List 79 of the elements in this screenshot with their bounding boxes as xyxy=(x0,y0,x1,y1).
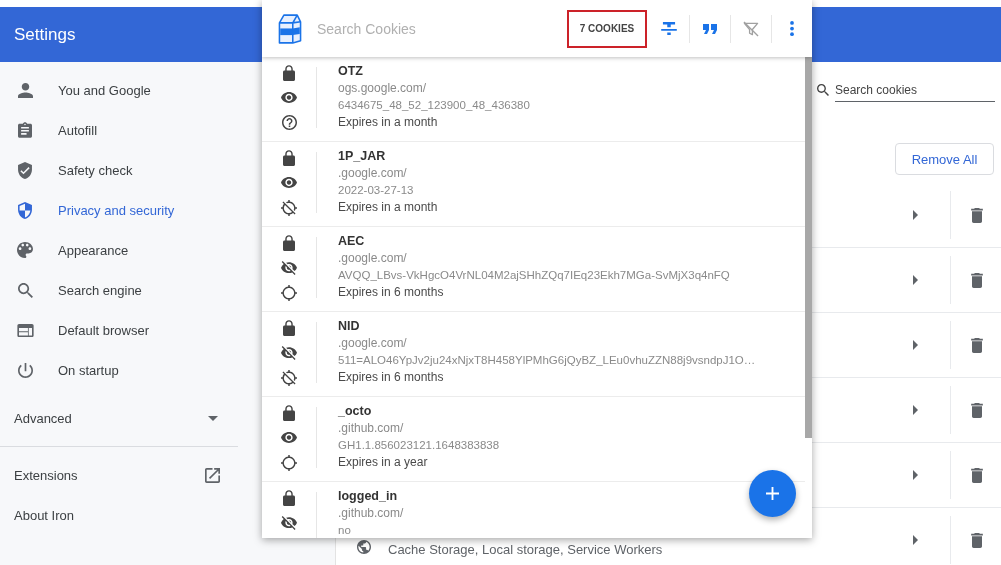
palette-icon xyxy=(17,242,33,258)
cookie-row[interactable]: OTZ ogs.google.com/ 6434675_48_52_123900_48_436380 Expires in a month xyxy=(262,57,805,142)
trash-icon xyxy=(971,207,983,223)
cookie-value: 511=ALO46YpJv2ju24xNjxT8H458YlPMhG6jQyBZ_LEu0vhuZZN88j9vsndpJ1O… xyxy=(338,353,756,368)
trash-icon xyxy=(971,467,983,483)
sidebar-item[interactable]: Autofill xyxy=(0,110,240,150)
shield-check-icon xyxy=(18,161,32,179)
sidebar-item[interactable]: Appearance xyxy=(0,230,240,270)
browser-window-icon xyxy=(16,323,34,337)
cookie-expiry: Expires in a year xyxy=(338,454,428,471)
clipboard-icon xyxy=(18,122,32,138)
filter-off-icon xyxy=(743,20,759,37)
trash-icon xyxy=(971,402,983,418)
target-icon xyxy=(281,454,297,471)
site-details: Cache Storage, Local storage, Service Workers xyxy=(388,541,663,557)
cookie-name: OTZ xyxy=(338,63,363,80)
trash-icon xyxy=(971,532,983,548)
cookie-domain: .github.com/ xyxy=(338,420,404,437)
cookie-domain: .google.com/ xyxy=(338,250,407,267)
sidebar-item[interactable]: Privacy and security xyxy=(0,190,240,230)
shield-icon xyxy=(18,201,32,219)
cookie-name: logged_in xyxy=(338,488,398,505)
cookie-value: no xyxy=(338,523,351,538)
cookie-expiry: Expires in a month xyxy=(338,114,438,131)
cookie-value: AVQQ_LBvs-VkHgcO4VrNL04M2ajSHhZQq7IEq23Ekh7MGa-SvMjX3q4nFQ xyxy=(338,268,730,283)
caret-right-icon xyxy=(912,275,918,285)
trash-icon xyxy=(971,337,983,353)
search-field[interactable]: Search Cookies xyxy=(317,13,561,44)
search-icon xyxy=(817,84,829,96)
cookie-name: 1P_JAR xyxy=(338,148,386,165)
globe-icon xyxy=(357,540,371,554)
caret-right-icon xyxy=(912,340,918,350)
cookie-value: 6434675_48_52_123900_48_436380 xyxy=(338,98,530,113)
person-icon xyxy=(17,82,33,98)
cookie-name: AEC xyxy=(338,233,365,250)
remove-all-button[interactable]: Remove All xyxy=(895,143,994,175)
sidebar-link[interactable]: Extensions xyxy=(14,455,220,495)
cookie-domain: ogs.google.com/ xyxy=(338,80,427,97)
sidebar-item[interactable]: Search engine xyxy=(0,270,240,310)
crossed-target-icon xyxy=(281,199,297,216)
cookie-expiry: Expires in 6 months xyxy=(338,284,444,301)
caret-right-icon xyxy=(912,405,918,415)
crossed-target-icon xyxy=(281,369,297,386)
cookie-value: 2022-03-27-13 xyxy=(338,183,414,198)
scrollbar-thumb[interactable] xyxy=(805,57,812,438)
quote-icon xyxy=(703,23,717,34)
sidebar-link[interactable]: About Iron xyxy=(14,495,220,535)
cookie-row[interactable]: 1P_JAR .google.com/ 2022-03-27-13 Expires in a month xyxy=(262,142,805,227)
more-icon xyxy=(790,21,794,36)
sidebar-item[interactable]: Default browser xyxy=(0,310,240,350)
cookie-domain: .github.com/ xyxy=(338,505,404,522)
plus-icon xyxy=(766,487,779,500)
cookie-count: 7 COOKIES xyxy=(567,9,647,48)
cookie-row[interactable]: NID .google.com/ 511=ALO46YpJv2ju24xNjxT8H458YlPMhG6jQyBZ_LEu0vhuZZN88j9vsndpJ1O… Expires in 6 months xyxy=(262,312,805,397)
cookie-expiry: Expires in a month xyxy=(338,199,438,216)
advanced-label: Advanced xyxy=(14,410,72,426)
caret-right-icon xyxy=(912,470,918,480)
cookie-expiry: Expires in 6 months xyxy=(338,369,444,386)
target-icon xyxy=(281,284,297,301)
cookie-domain: .google.com/ xyxy=(338,165,407,182)
caret-down-icon[interactable] xyxy=(208,415,218,421)
cookie-domain: .google.com/ xyxy=(338,335,407,352)
cookie-value: GH1.1.856023121.1648383838 xyxy=(338,438,500,453)
milk-carton-icon xyxy=(278,13,302,44)
cookie-name: NID xyxy=(338,318,360,335)
strikethrough-icon xyxy=(661,22,677,35)
cookie-name: _octo xyxy=(338,403,372,420)
page-title: Settings xyxy=(14,24,76,45)
caret-right-icon xyxy=(912,210,918,220)
sidebar-item[interactable]: On startup xyxy=(0,350,240,390)
search-field[interactable]: Search cookies xyxy=(835,78,995,102)
power-icon xyxy=(17,362,33,378)
cookie-row[interactable]: AEC .google.com/ AVQQ_LBvs-VkHgcO4VrNL04M2ajSHhZQq7IEq23Ekh7MGa-SvMjX3q4nFQ Expires in 6 months xyxy=(262,227,805,312)
sidebar-item[interactable]: Safety check xyxy=(0,150,240,190)
search-icon xyxy=(17,282,33,298)
add-button[interactable] xyxy=(749,470,796,517)
caret-right-icon xyxy=(912,535,918,545)
trash-icon xyxy=(971,272,983,288)
sidebar-item[interactable]: You and Google xyxy=(0,70,240,110)
